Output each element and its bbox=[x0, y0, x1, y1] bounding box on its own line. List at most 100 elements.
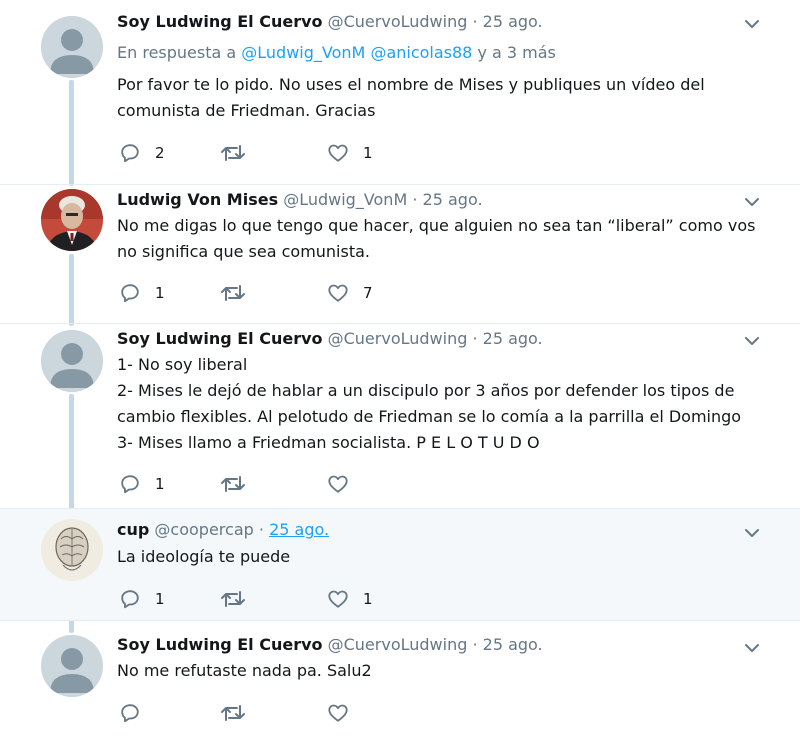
chevron-down-icon[interactable] bbox=[740, 331, 764, 351]
heart-icon bbox=[328, 284, 348, 302]
tweet-header: Soy Ludwing El Cuervo @CuervoLudwing · 2… bbox=[117, 12, 543, 31]
like-button[interactable]: 7 bbox=[327, 281, 373, 305]
retweet-button[interactable] bbox=[220, 141, 260, 165]
retweet-icon bbox=[221, 476, 245, 492]
mention-link[interactable]: @anicolas88 bbox=[370, 43, 472, 62]
retweet-button[interactable] bbox=[220, 701, 260, 725]
heart-icon bbox=[328, 590, 348, 608]
default-avatar-icon bbox=[41, 16, 103, 78]
avatar[interactable] bbox=[41, 16, 103, 78]
display-name[interactable]: Soy Ludwing El Cuervo bbox=[117, 12, 323, 31]
tweet-text-line: cambio flexibles. Al pelotudo de Friedma… bbox=[117, 407, 742, 426]
separator: · bbox=[472, 12, 478, 31]
reply-icon bbox=[121, 590, 139, 609]
tweet-actions: 1 1 bbox=[117, 587, 417, 611]
reply-icon bbox=[121, 475, 139, 494]
retweet-button[interactable] bbox=[220, 281, 260, 305]
tweet-text-line: comunista de Friedman. Gracias bbox=[117, 101, 376, 120]
heart-icon bbox=[328, 475, 348, 493]
user-handle[interactable]: @CuervoLudwing bbox=[328, 329, 468, 348]
like-button[interactable]: 1 bbox=[327, 141, 373, 165]
tweet-text-line: No me refutaste nada pa. Salu2 bbox=[117, 661, 372, 680]
timestamp[interactable]: 25 ago. bbox=[423, 190, 483, 209]
tweet-actions: 1 7 bbox=[117, 281, 417, 305]
retweet-icon bbox=[221, 705, 245, 721]
tweet-actions: 2 1 bbox=[117, 141, 417, 165]
reply-context: En respuesta a @Ludwig_VonM @anicolas88 … bbox=[117, 43, 556, 62]
tweet-text-line: No me digas lo que tengo que hacer, que … bbox=[117, 216, 756, 235]
tweet-text-line: 1- No soy liberal bbox=[117, 355, 248, 374]
portrait-photo bbox=[41, 189, 103, 251]
tweet-text: La ideología te puede bbox=[117, 544, 290, 570]
tweet-text-line: 2- Mises le dejó de hablar a un discipul… bbox=[117, 381, 735, 400]
tweet-text-line: Por favor te lo pido. No uses el nombre … bbox=[117, 75, 705, 94]
retweet-button[interactable] bbox=[220, 472, 260, 496]
chevron-down-icon[interactable] bbox=[740, 638, 764, 658]
tweet-actions: 1 bbox=[117, 472, 417, 496]
avatar[interactable] bbox=[41, 519, 103, 581]
separator: · bbox=[472, 329, 478, 348]
like-count: 7 bbox=[363, 284, 373, 302]
separator: · bbox=[472, 635, 478, 654]
tweet[interactable]: Soy Ludwing El Cuervo @CuervoLudwing · 2… bbox=[0, 324, 800, 508]
mention-link[interactable]: @Ludwig_VonM bbox=[241, 43, 365, 62]
user-handle[interactable]: @CuervoLudwing bbox=[328, 635, 468, 654]
reply-button[interactable] bbox=[119, 701, 155, 725]
user-handle[interactable]: @coopercap bbox=[154, 520, 253, 539]
retweet-button[interactable] bbox=[220, 587, 260, 611]
reply-count: 1 bbox=[155, 590, 165, 608]
tweet-text-line: no significa que sea comunista. bbox=[117, 242, 370, 261]
chevron-down-icon[interactable] bbox=[740, 192, 764, 212]
reply-prefix: En respuesta a bbox=[117, 43, 237, 62]
chevron-down-icon[interactable] bbox=[740, 14, 764, 34]
tweet[interactable]: Soy Ludwing El Cuervo @CuervoLudwing · 2… bbox=[0, 621, 800, 736]
like-button[interactable] bbox=[327, 472, 363, 496]
default-avatar-icon bbox=[41, 330, 103, 392]
separator: · bbox=[258, 520, 264, 539]
tweet-text-line: 3- Mises llamo a Friedman socialista. P … bbox=[117, 433, 540, 452]
display-name[interactable]: cup bbox=[117, 520, 149, 539]
reply-count: 1 bbox=[155, 475, 165, 493]
reply-suffix[interactable]: y a 3 más bbox=[477, 43, 555, 62]
like-count: 1 bbox=[363, 590, 373, 608]
reply-button[interactable]: 1 bbox=[119, 281, 165, 305]
display-name[interactable]: Soy Ludwing El Cuervo bbox=[117, 329, 323, 348]
like-count: 1 bbox=[363, 144, 373, 162]
display-name[interactable]: Ludwig Von Mises bbox=[117, 190, 278, 209]
tweet-text-line: La ideología te puede bbox=[117, 547, 291, 566]
tweet-text: No me refutaste nada pa. Salu2 bbox=[117, 658, 372, 684]
tweet-header: Soy Ludwing El Cuervo @CuervoLudwing · 2… bbox=[117, 635, 543, 654]
reply-count: 2 bbox=[155, 144, 165, 162]
timestamp[interactable]: 25 ago. bbox=[483, 635, 543, 654]
like-button[interactable]: 1 bbox=[327, 587, 373, 611]
separator: · bbox=[412, 190, 418, 209]
user-handle[interactable]: @Ludwig_VonM bbox=[283, 190, 407, 209]
retweet-icon bbox=[221, 591, 245, 607]
tweet-text: No me digas lo que tengo que hacer, que … bbox=[117, 213, 755, 265]
reply-icon bbox=[121, 704, 139, 723]
tweet[interactable]: Soy Ludwing El Cuervo @CuervoLudwing · 2… bbox=[0, 0, 800, 184]
timestamp[interactable]: 25 ago. bbox=[483, 329, 543, 348]
avatar[interactable] bbox=[41, 330, 103, 392]
retweet-icon bbox=[221, 145, 245, 161]
heart-icon bbox=[328, 704, 348, 722]
reply-button[interactable]: 2 bbox=[119, 141, 165, 165]
display-name[interactable]: Soy Ludwing El Cuervo bbox=[117, 635, 323, 654]
tweet[interactable]: Ludwig Von Mises @Ludwig_VonM · 25 ago. … bbox=[0, 185, 800, 323]
tweet-text: Por favor te lo pido. No uses el nombre … bbox=[117, 72, 705, 124]
timestamp[interactable]: 25 ago. bbox=[269, 520, 329, 539]
chevron-down-icon[interactable] bbox=[740, 523, 764, 543]
user-handle[interactable]: @CuervoLudwing bbox=[328, 12, 468, 31]
timestamp[interactable]: 25 ago. bbox=[483, 12, 543, 31]
avatar[interactable] bbox=[41, 635, 103, 697]
tweet-header: Soy Ludwing El Cuervo @CuervoLudwing · 2… bbox=[117, 329, 543, 348]
heart-icon bbox=[328, 144, 348, 162]
tweet-text: 1- No soy liberal 2- Mises le dejó de ha… bbox=[117, 352, 741, 456]
avatar[interactable] bbox=[41, 189, 103, 251]
reply-button[interactable]: 1 bbox=[119, 587, 165, 611]
brain-drawing bbox=[41, 519, 103, 581]
like-button[interactable] bbox=[327, 701, 363, 725]
reply-button[interactable]: 1 bbox=[119, 472, 165, 496]
tweet[interactable]: cup @coopercap · 25 ago. La ideología te… bbox=[0, 509, 800, 620]
retweet-icon bbox=[221, 285, 245, 301]
